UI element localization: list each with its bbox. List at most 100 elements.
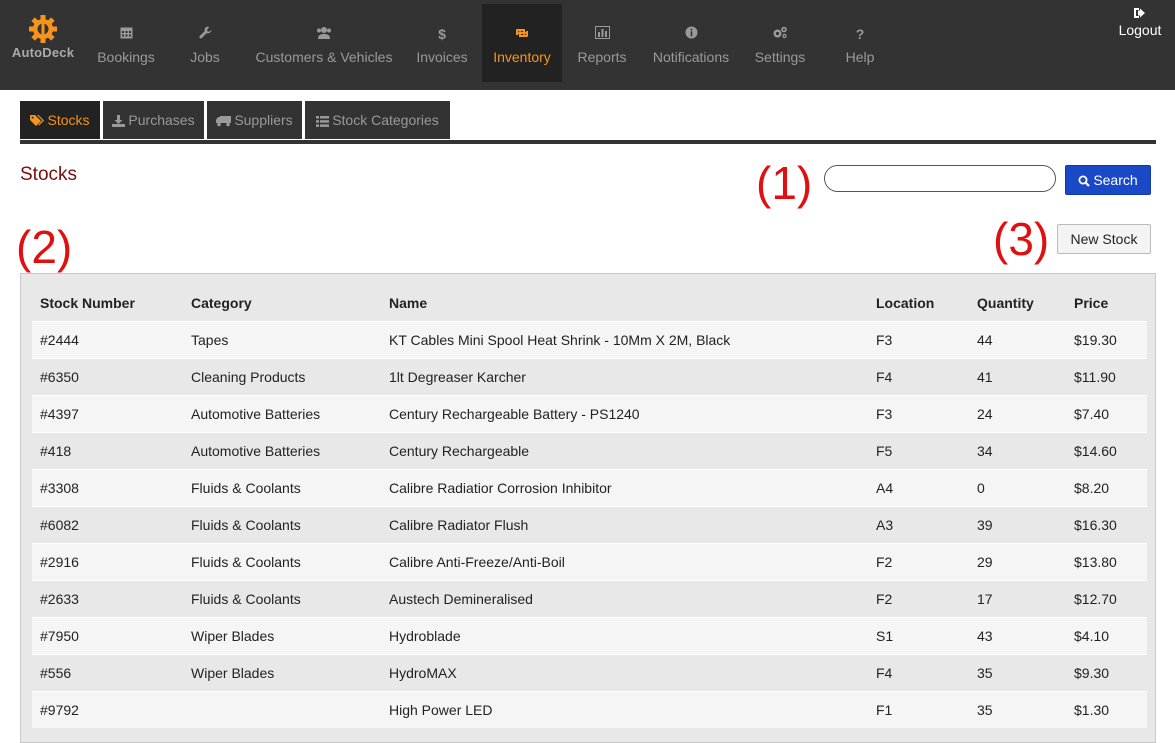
table-row[interactable]: #7950 Wiper Blades Hydroblade S1 43 $4.10	[32, 617, 1147, 655]
table-cell: 41	[969, 358, 1066, 396]
table-cell: F3	[868, 395, 969, 433]
table-row[interactable]: #556 Wiper Blades HydroMAX F4 35 $9.30	[32, 654, 1147, 692]
annotation-3: (3)	[993, 213, 1050, 265]
column-header[interactable]: Location	[868, 285, 969, 322]
table-cell: 35	[969, 691, 1066, 728]
column-header[interactable]: Stock Number	[32, 285, 183, 322]
table-cell: #418	[32, 432, 183, 470]
bar-chart-icon	[594, 26, 610, 39]
table-row[interactable]: #418 Automotive Batteries Century Recharge…	[32, 432, 1147, 470]
table-cell: 35	[969, 654, 1066, 692]
tab-stocks[interactable]: Stocks	[20, 101, 100, 139]
table-cell: Cleaning Products	[183, 358, 381, 396]
table-cell: F4	[868, 654, 969, 692]
tags-icon	[30, 115, 45, 126]
download-icon	[112, 115, 126, 127]
table-cell: Hydroblade	[381, 617, 868, 655]
nav-inventory[interactable]: Inventory	[482, 4, 562, 82]
logout-button[interactable]: Logout	[1110, 6, 1170, 38]
nav-invoices[interactable]: $ Invoices	[408, 4, 476, 82]
nav-settings[interactable]: Settings	[744, 4, 816, 82]
table-cell: #4397	[32, 395, 183, 433]
nav-label: Settings	[754, 49, 806, 65]
table-cell: $7.40	[1066, 395, 1147, 433]
table-cell: 39	[969, 506, 1066, 544]
nav-customers-vehicles[interactable]: Customers & Vehicles	[246, 4, 402, 82]
truck-icon	[216, 116, 232, 127]
table-cell: #9792	[32, 691, 183, 728]
table-row[interactable]: #4397 Automotive Batteries Century Recharg…	[32, 395, 1147, 433]
table-row[interactable]: #6350 Cleaning Products 1lt Degreaser Karc…	[32, 358, 1147, 396]
tab-suppliers[interactable]: Suppliers	[207, 101, 302, 139]
new-stock-button[interactable]: New Stock	[1057, 224, 1151, 254]
tab-label: Stock Categories	[332, 112, 439, 128]
logo-text: AutoDeck	[11, 45, 75, 60]
nav-label: Customers & Vehicles	[255, 49, 393, 65]
table-cell: #7950	[32, 617, 183, 655]
table-row[interactable]: #6082 Fluids & Coolants Calibre Radiator F…	[32, 506, 1147, 544]
table-body: #2444 Tapes KT Cables Mini Spool Heat Shri…	[32, 321, 1147, 728]
table-cell: High Power LED	[381, 691, 868, 728]
table-row[interactable]: #3308 Fluids & Coolants Calibre Radiatior …	[32, 469, 1147, 507]
table-cell: Century Rechargeable	[381, 432, 868, 470]
table-cell: 44	[969, 321, 1066, 359]
nav-label: Invoices	[416, 49, 468, 65]
tab-label: Stocks	[47, 112, 90, 128]
page-title: Stocks	[20, 164, 78, 185]
table-cell: $19.30	[1066, 321, 1147, 359]
table-cell: Automotive Batteries	[183, 432, 381, 470]
table-cell: 1lt Degreaser Karcher	[381, 358, 868, 396]
nav-reports[interactable]: Reports	[566, 4, 638, 82]
info-icon	[685, 26, 697, 39]
gear-logo-icon	[29, 15, 57, 43]
table-cell: #556	[32, 654, 183, 692]
nav-jobs[interactable]: Jobs	[170, 4, 240, 82]
table-row[interactable]: #2444 Tapes KT Cables Mini Spool Heat Shri…	[32, 321, 1147, 359]
table-cell	[183, 691, 381, 728]
table-cell: 43	[969, 617, 1066, 655]
annotation-2: (2)	[16, 221, 73, 273]
table-cell: 17	[969, 580, 1066, 618]
nav-notifications[interactable]: Notifications	[644, 4, 738, 82]
table-cell: Calibre Radiator Flush	[381, 506, 868, 544]
table-cell: S1	[868, 617, 969, 655]
column-header[interactable]: Quantity	[969, 285, 1066, 322]
table-cell: Fluids & Coolants	[183, 543, 381, 581]
list-icon	[316, 116, 330, 127]
nav-label: Notifications	[652, 49, 730, 65]
table-cell: 0	[969, 469, 1066, 507]
table-cell: #6350	[32, 358, 183, 396]
table-row[interactable]: #2916 Fluids & Coolants Calibre Anti-Freez…	[32, 543, 1147, 581]
tab-divider	[20, 140, 1156, 144]
nav-help[interactable]: ? Help	[822, 4, 898, 82]
table-cell: #3308	[32, 469, 183, 507]
table-cell: Calibre Anti-Freeze/Anti-Boil	[381, 543, 868, 581]
table-cell: F3	[868, 321, 969, 359]
table-cell: $11.90	[1066, 358, 1147, 396]
nav-bookings[interactable]: Bookings	[88, 4, 164, 82]
table-cell: #2444	[32, 321, 183, 359]
nav-label: Inventory	[493, 49, 551, 65]
search-icon	[1078, 175, 1091, 187]
search-button[interactable]: Search	[1065, 165, 1151, 195]
app-logo[interactable]: AutoDeck	[5, 14, 81, 60]
table-row[interactable]: #9792 High Power LED F1 35 $1.30	[32, 691, 1147, 728]
table-cell: $1.30	[1066, 691, 1147, 728]
table-cell: 29	[969, 543, 1066, 581]
table-cell: Austech Demineralised	[381, 580, 868, 618]
table-cell: KT Cables Mini Spool Heat Shrink - 10Mm …	[381, 321, 868, 359]
column-header[interactable]: Price	[1066, 285, 1147, 322]
search-button-label: Search	[1093, 172, 1138, 188]
table-row[interactable]: #2633 Fluids & Coolants Austech Deminerali…	[32, 580, 1147, 618]
table-cell: Century Rechargeable Battery - PS1240	[381, 395, 868, 433]
column-header[interactable]: Name	[381, 285, 868, 322]
column-header[interactable]: Category	[183, 285, 381, 322]
table-cell: $14.60	[1066, 432, 1147, 470]
search-input[interactable]	[824, 165, 1056, 192]
tab-stock-categories[interactable]: Stock Categories	[305, 101, 450, 139]
table-cell: #6082	[32, 506, 183, 544]
nav-label: Jobs	[190, 49, 220, 65]
table-cell: A3	[868, 506, 969, 544]
tab-purchases[interactable]: Purchases	[103, 101, 204, 139]
wrench-icon	[198, 26, 211, 39]
